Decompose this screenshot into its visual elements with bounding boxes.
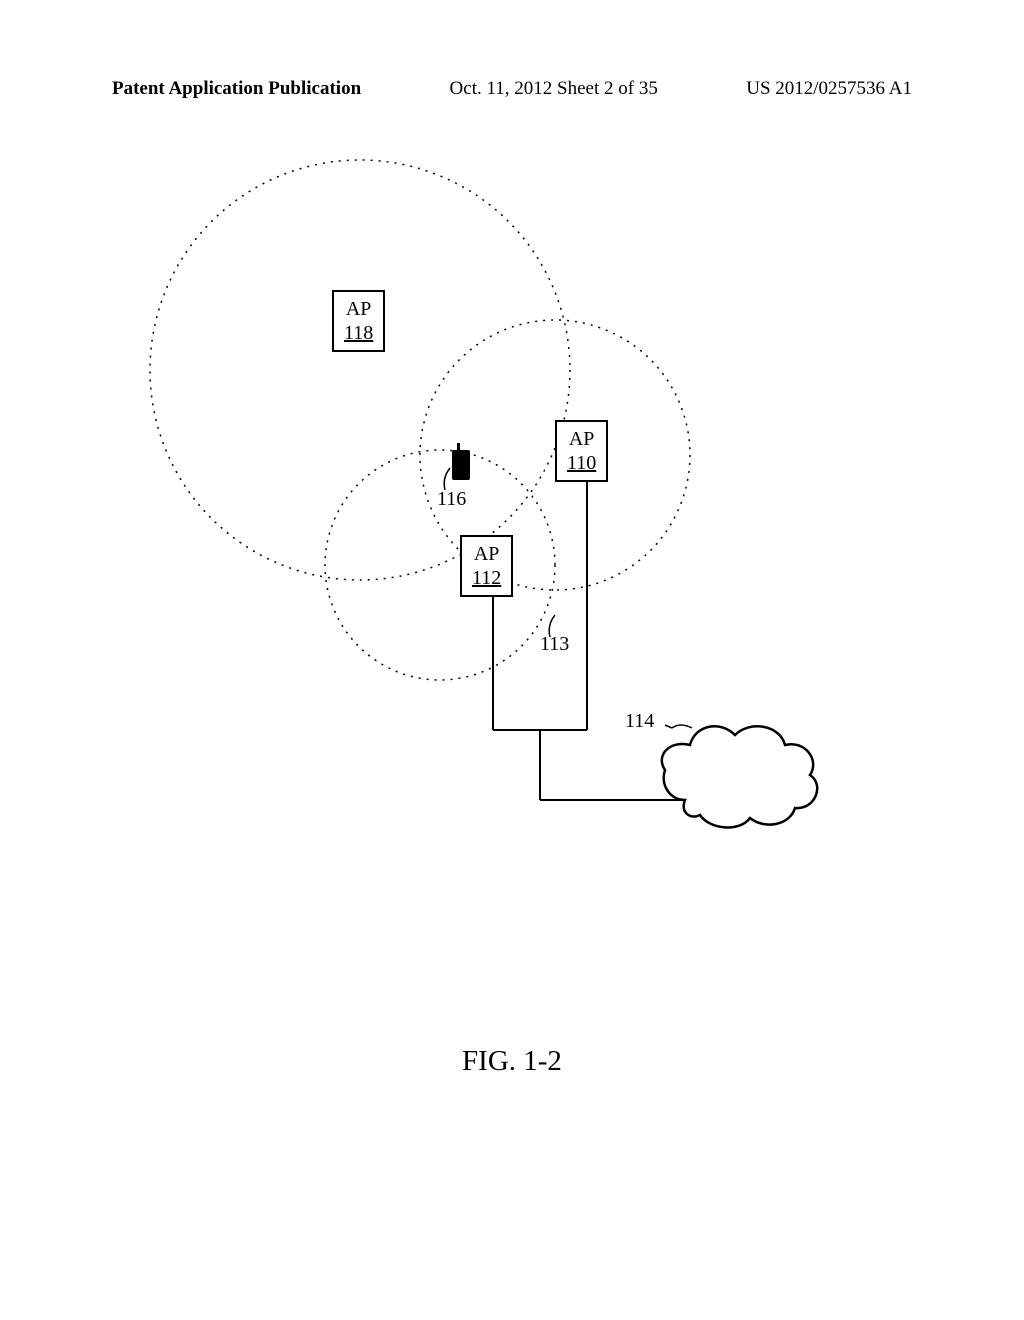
cloud-icon	[662, 726, 817, 827]
ap-label: AP	[344, 297, 373, 321]
header-left: Patent Application Publication	[112, 78, 361, 100]
figure-label: FIG. 1-2	[0, 1045, 1024, 1078]
ap-label: AP	[472, 542, 501, 566]
callout-line-114	[665, 725, 672, 728]
ap-box-110: AP 110	[555, 420, 608, 482]
header-right: US 2012/0257536 A1	[746, 78, 912, 100]
ref-label-116: 116	[437, 488, 466, 511]
ap-number: 110	[567, 451, 596, 475]
ap-box-118: AP 118	[332, 290, 385, 352]
header-center: Oct. 11, 2012 Sheet 2 of 35	[450, 78, 658, 100]
diagram: AP 118 AP 110 AP 112 116 113 114	[0, 150, 1024, 950]
ap-number: 112	[472, 566, 501, 590]
ap-box-112: AP 112	[460, 535, 513, 597]
callout-arc-114	[672, 725, 692, 728]
callout-arc-116	[444, 468, 450, 490]
ref-label-114: 114	[625, 710, 654, 733]
ap-label: AP	[567, 427, 596, 451]
ap-number: 118	[344, 321, 373, 345]
page-header: Patent Application Publication Oct. 11, …	[0, 78, 1024, 100]
ref-label-113: 113	[540, 633, 569, 656]
coverage-circle-112	[325, 450, 555, 680]
coverage-circle-118	[150, 160, 570, 580]
mobile-device-icon	[452, 443, 470, 480]
